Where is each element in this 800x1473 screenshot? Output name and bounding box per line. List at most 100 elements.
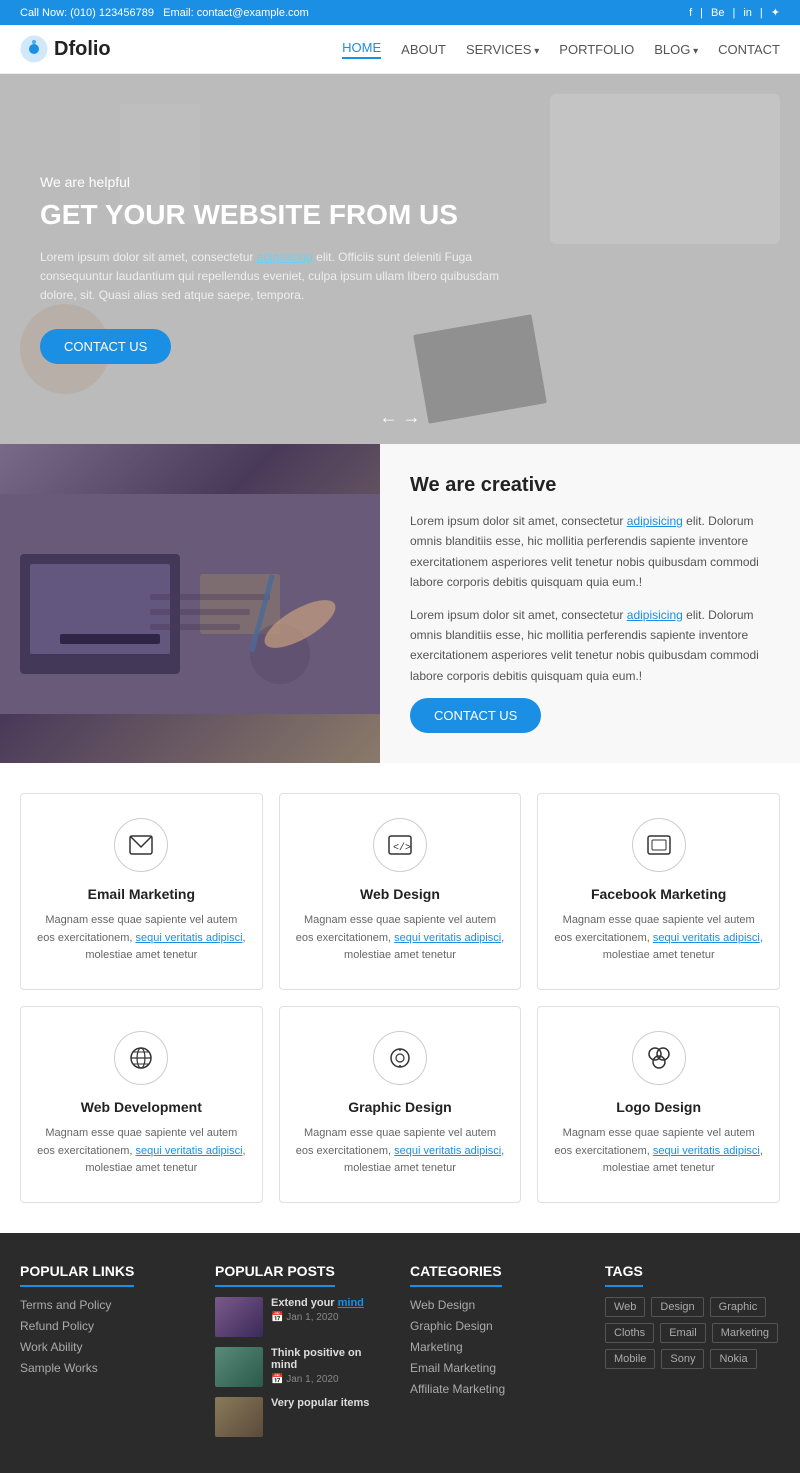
hero-desc-link1[interactable]: adipisicing	[257, 250, 313, 264]
footer: POPULAR LINKS Terms and Policy Refund Po…	[0, 1233, 800, 1473]
category-web-design[interactable]: Web Design	[410, 1298, 475, 1312]
nav-blog[interactable]: BLOG	[654, 42, 698, 57]
post-title-2: Think positive on mind	[271, 1347, 390, 1371]
category-graphic[interactable]: Graphic Design	[410, 1319, 493, 1333]
tag-email[interactable]: Email	[660, 1323, 706, 1343]
phone-number: (010) 123456789	[70, 7, 154, 19]
nav-services[interactable]: SERVICES	[466, 42, 539, 57]
logo-design-icon	[632, 1031, 686, 1085]
list-item: Refund Policy	[20, 1318, 195, 1333]
list-item: Sample Works	[20, 1360, 195, 1375]
about-content: We are creative Lorem ipsum dolor sit am…	[380, 444, 800, 763]
footer-popular-posts: POPULAR POSTS Extend your mind 📅 Jan 1, …	[215, 1263, 390, 1437]
about-link2[interactable]: adipisicing	[627, 608, 683, 622]
tag-marketing[interactable]: Marketing	[712, 1323, 778, 1343]
popular-posts-title: POPULAR POSTS	[215, 1263, 335, 1287]
behance-icon[interactable]: Be	[711, 7, 724, 19]
footer-grid: POPULAR LINKS Terms and Policy Refund Po…	[20, 1263, 780, 1437]
footer-tags: TAGS Web Design Graphic Cloths Email Mar…	[605, 1263, 780, 1437]
calendar-icon-1: 📅	[271, 1312, 283, 1323]
graphic-design-icon	[373, 1031, 427, 1085]
hero-cta-button[interactable]: CONTACT US	[40, 329, 171, 364]
service-link-email[interactable]: sequi veritatis adipisci	[136, 932, 243, 944]
service-card-email-marketing: Email Marketing Magnam esse quae sapient…	[20, 793, 263, 990]
post-info-2: Think positive on mind 📅 Jan 1, 2020	[271, 1347, 390, 1385]
list-item: Work Ability	[20, 1339, 195, 1354]
about-text-2: Lorem ipsum dolor sit amet, consectetur …	[410, 605, 770, 687]
email-marketing-icon	[114, 818, 168, 872]
tag-graphic[interactable]: Graphic	[710, 1297, 767, 1317]
popular-link-terms[interactable]: Terms and Policy	[20, 1298, 111, 1312]
header: Dfolio HOME ABOUT SERVICES PORTFOLIO BLO…	[0, 25, 800, 74]
about-image-placeholder	[0, 444, 380, 763]
hero-subtitle: We are helpful	[40, 174, 520, 190]
post-link-3[interactable]: Very popular items	[271, 1397, 369, 1409]
popular-post-item: Extend your mind 📅 Jan 1, 2020	[215, 1297, 390, 1337]
separator: |	[700, 7, 703, 19]
popular-post-item: Think positive on mind 📅 Jan 1, 2020	[215, 1347, 390, 1387]
category-email-marketing[interactable]: Email Marketing	[410, 1361, 496, 1375]
popular-links-title: POPULAR LINKS	[20, 1263, 134, 1287]
service-desc-facebook: Magnam esse quae sapiente vel autem eos …	[554, 912, 763, 965]
tag-design[interactable]: Design	[651, 1297, 703, 1317]
facebook-icon[interactable]: f	[689, 7, 692, 19]
tag-sony[interactable]: Sony	[661, 1349, 704, 1369]
service-desc-email: Magnam esse quae sapiente vel autem eos …	[37, 912, 246, 965]
tag-nokia[interactable]: Nokia	[710, 1349, 756, 1369]
tag-web[interactable]: Web	[605, 1297, 645, 1317]
tag-cloths[interactable]: Cloths	[605, 1323, 654, 1343]
post-link-2[interactable]: Think positive on mind	[271, 1347, 361, 1371]
hero-section: We are helpful GET YOUR WEBSITE FROM US …	[0, 74, 800, 444]
post-title-3: Very popular items	[271, 1397, 369, 1409]
service-title-webdev: Web Development	[37, 1099, 246, 1115]
service-desc-logo: Magnam esse quae sapiente vel autem eos …	[554, 1125, 763, 1178]
top-bar-contact: Call Now: (010) 123456789 Email: contact…	[20, 7, 309, 19]
logo[interactable]: Dfolio	[20, 35, 111, 63]
tags-cloud: Web Design Graphic Cloths Email Marketin…	[605, 1297, 780, 1369]
service-desc-graphic: Magnam esse quae sapiente vel autem eos …	[296, 1125, 505, 1178]
popular-links-list: Terms and Policy Refund Policy Work Abil…	[20, 1297, 195, 1375]
services-section: Email Marketing Magnam esse quae sapient…	[0, 763, 800, 1233]
popular-link-refund[interactable]: Refund Policy	[20, 1319, 94, 1333]
hero-description: Lorem ipsum dolor sit amet, consectetur …	[40, 248, 520, 306]
tags-title: TAGS	[605, 1263, 643, 1287]
tag-mobile[interactable]: Mobile	[605, 1349, 655, 1369]
nav-contact[interactable]: CONTACT	[718, 42, 780, 57]
logo-icon	[20, 35, 48, 63]
svg-text:</>: </>	[393, 842, 411, 854]
hero-keyboard-shape	[550, 94, 780, 244]
post-info-3: Very popular items	[271, 1397, 369, 1412]
post-title-1: Extend your mind	[271, 1297, 364, 1309]
category-affiliate[interactable]: Affiliate Marketing	[410, 1382, 505, 1396]
service-card-graphic: Graphic Design Magnam esse quae sapiente…	[279, 1006, 522, 1203]
service-link-logo[interactable]: sequi veritatis adipisci	[653, 1145, 760, 1157]
service-desc-webdev: Magnam esse quae sapiente vel autem eos …	[37, 1125, 246, 1178]
category-marketing[interactable]: Marketing	[410, 1340, 463, 1354]
service-link-graphic[interactable]: sequi veritatis adipisci	[394, 1145, 501, 1157]
service-link-facebook[interactable]: sequi veritatis adipisci	[653, 932, 760, 944]
email-address: contact@example.com	[197, 7, 309, 19]
popular-link-sample-works[interactable]: Sample Works	[20, 1361, 98, 1375]
service-title-email: Email Marketing	[37, 886, 246, 902]
twitter-icon[interactable]: ✦	[771, 6, 780, 19]
post-link-1[interactable]: mind	[338, 1297, 364, 1309]
post-date-1: 📅 Jan 1, 2020	[271, 1312, 364, 1323]
service-desc-webdesign: Magnam esse quae sapiente vel autem eos …	[296, 912, 505, 965]
post-info-1: Extend your mind 📅 Jan 1, 2020	[271, 1297, 364, 1323]
service-title-webdesign: Web Design	[296, 886, 505, 902]
popular-link-work-ability[interactable]: Work Ability	[20, 1340, 82, 1354]
categories-list: Web Design Graphic Design Marketing Emai…	[410, 1297, 585, 1396]
nav-about[interactable]: ABOUT	[401, 42, 446, 57]
about-link1[interactable]: adipisicing	[627, 514, 683, 528]
nav-portfolio[interactable]: PORTFOLIO	[559, 42, 634, 57]
about-title: We are creative	[410, 474, 770, 497]
nav-home[interactable]: HOME	[342, 40, 381, 59]
hero-slider-arrows[interactable]: ← →	[379, 407, 420, 428]
service-link-webdev[interactable]: sequi veritatis adipisci	[136, 1145, 243, 1157]
call-label: Call Now:	[20, 7, 67, 19]
service-link-webdesign[interactable]: sequi veritatis adipisci	[394, 932, 501, 944]
about-cta-button[interactable]: CONTACT US	[410, 698, 541, 733]
linkedin-icon[interactable]: in	[743, 7, 752, 19]
post-thumbnail-3	[215, 1397, 263, 1437]
list-item: Marketing	[410, 1339, 585, 1354]
